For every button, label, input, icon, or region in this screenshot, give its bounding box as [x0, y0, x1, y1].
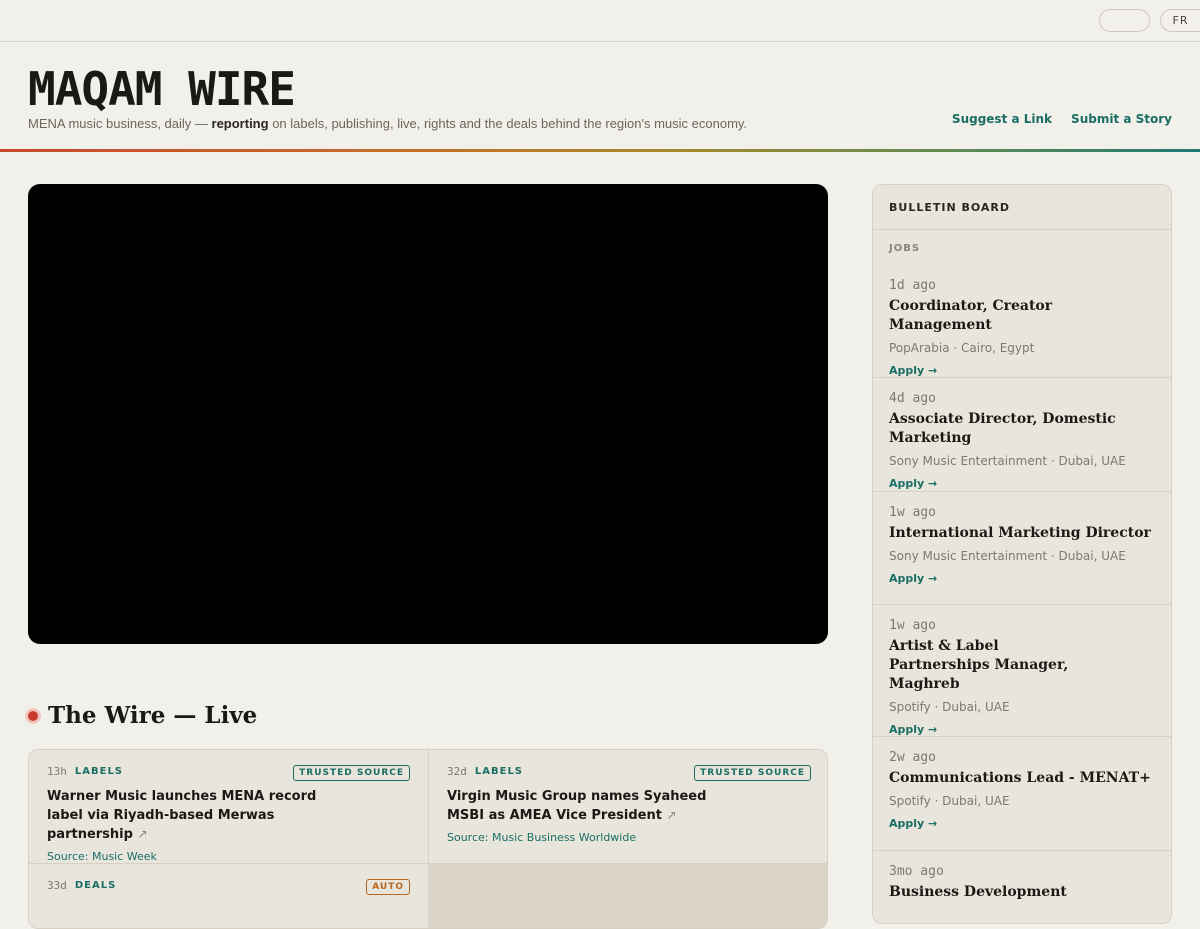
- job-company: Spotify · Dubai, UAE: [889, 794, 1010, 808]
- apply-link[interactable]: Apply →: [889, 364, 937, 377]
- wire-card[interactable]: 33d DEALS AUTO: [29, 864, 429, 928]
- card-category[interactable]: LABELS: [475, 766, 523, 777]
- external-link-icon: ↗: [137, 827, 148, 841]
- job-title[interactable]: Associate Director, Domestic Marketing: [889, 410, 1155, 448]
- job-company: Spotify · Dubai, UAE: [889, 700, 1010, 714]
- header-links: Suggest a Link Submit a Story: [952, 112, 1172, 126]
- job-title[interactable]: Communications Lead - MENAT+: [889, 769, 1155, 788]
- job-listing[interactable]: 1w ago Artist & Label Partnerships Manag…: [873, 605, 1171, 737]
- job-age: 4d ago: [889, 391, 936, 406]
- live-indicator-icon: [28, 710, 38, 721]
- tagline: MENA music business, daily — reporting o…: [28, 116, 747, 131]
- job-listing[interactable]: 1w ago International Marketing Director …: [873, 492, 1171, 605]
- tagline-pre: MENA music business, daily —: [28, 116, 212, 131]
- job-age: 2w ago: [889, 750, 936, 765]
- search-pill[interactable]: [1099, 9, 1150, 32]
- site-logo[interactable]: MAQAM WIRE: [28, 62, 296, 116]
- card-category[interactable]: DEALS: [75, 880, 116, 891]
- wire-card[interactable]: 13h LABELS TRUSTED SOURCE Warner Music l…: [29, 750, 429, 864]
- job-listing[interactable]: 1d ago Coordinator, Creator Management P…: [873, 270, 1171, 378]
- job-age: 1d ago: [889, 278, 936, 293]
- external-link-icon: ↗: [666, 808, 677, 822]
- trusted-source-badge: TRUSTED SOURCE: [694, 765, 811, 781]
- card-title[interactable]: Warner Music launches MENA record label …: [47, 787, 337, 844]
- job-company: PopArabia · Cairo, Egypt: [889, 341, 1035, 355]
- tagline-bold: reporting: [211, 116, 269, 131]
- card-age: 33d: [47, 879, 67, 892]
- card-title[interactable]: Virgin Music Group names Syaheed MSBI as…: [447, 787, 737, 825]
- card-category[interactable]: LABELS: [75, 766, 123, 777]
- bulletin-board: BULLETIN BOARD JOBS 1d ago Coordinator, …: [872, 184, 1172, 924]
- job-title[interactable]: International Marketing Director: [889, 524, 1155, 543]
- card-age: 13h: [47, 765, 67, 778]
- bulletin-title: BULLETIN BOARD: [873, 185, 1171, 230]
- job-age: 3mo ago: [889, 864, 944, 879]
- empty-card: [429, 864, 827, 928]
- top-bar: FR: [0, 0, 1200, 42]
- job-age: 1w ago: [889, 505, 936, 520]
- card-age: 32d: [447, 765, 467, 778]
- job-company: Sony Music Entertainment · Dubai, UAE: [889, 549, 1126, 563]
- apply-link[interactable]: Apply →: [889, 723, 937, 736]
- header-divider: [0, 149, 1200, 152]
- apply-link[interactable]: Apply →: [889, 572, 937, 585]
- apply-link[interactable]: Apply →: [889, 817, 937, 830]
- submit-story-button[interactable]: Submit a Story: [1071, 112, 1172, 126]
- job-title[interactable]: Coordinator, Creator Management: [889, 297, 1155, 335]
- job-listing[interactable]: 2w ago Communications Lead - MENAT+ Spot…: [873, 737, 1171, 851]
- job-listing[interactable]: 3mo ago Business Development: [873, 851, 1171, 923]
- suggest-link-button[interactable]: Suggest a Link: [952, 112, 1052, 126]
- wire-heading: The Wire — Live: [28, 702, 257, 729]
- jobs-section-label: JOBS: [889, 243, 921, 254]
- job-company: Sony Music Entertainment · Dubai, UAE: [889, 454, 1126, 468]
- tagline-post: on labels, publishing, live, rights and …: [268, 116, 748, 131]
- card-source[interactable]: Source: Music Business Worldwide: [447, 831, 811, 844]
- job-title[interactable]: Artist & Label Partnerships Manager, Mag…: [889, 637, 1089, 694]
- trusted-source-badge: TRUSTED SOURCE: [293, 765, 410, 781]
- auto-badge: AUTO: [366, 879, 410, 895]
- wire-card[interactable]: 32d LABELS TRUSTED SOURCE Virgin Music G…: [429, 750, 827, 864]
- card-source[interactable]: Source: Music Week: [47, 850, 410, 863]
- masthead: MAQAM WIRE MENA music business, daily — …: [0, 42, 1200, 150]
- job-listing[interactable]: 4d ago Associate Director, Domestic Mark…: [873, 378, 1171, 492]
- job-age: 1w ago: [889, 618, 936, 633]
- wire-grid: 13h LABELS TRUSTED SOURCE Warner Music l…: [28, 749, 828, 929]
- wire-title: The Wire — Live: [48, 702, 258, 729]
- language-toggle[interactable]: FR: [1160, 9, 1200, 32]
- job-title[interactable]: Business Development: [889, 883, 1155, 902]
- apply-link[interactable]: Apply →: [889, 477, 937, 490]
- video-player[interactable]: [28, 184, 828, 644]
